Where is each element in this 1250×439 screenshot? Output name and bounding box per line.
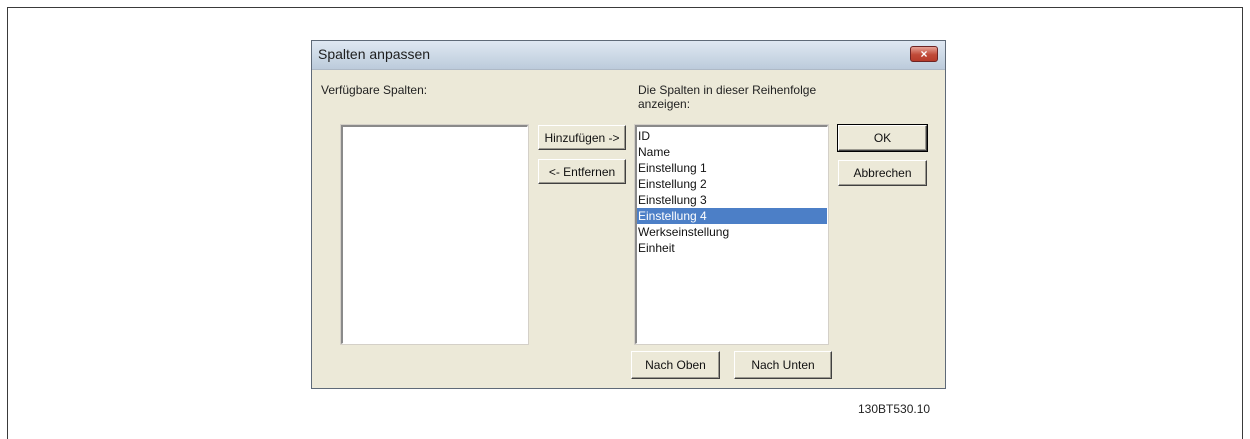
- figure-code: 130BT530.10: [858, 402, 931, 416]
- add-button[interactable]: Hinzufügen ->: [538, 125, 626, 150]
- dialog-window: Spalten anpassen × Verfügbare Spalten: D…: [311, 40, 946, 389]
- ordered-columns-list[interactable]: ID Name Einstellung 1 Einstellung 2 Einstell…: [634, 124, 829, 345]
- list-item[interactable]: Einheit: [637, 240, 827, 256]
- ok-button[interactable]: OK: [837, 124, 928, 152]
- list-item[interactable]: Werkseinstellung: [637, 224, 827, 240]
- dialog-client-area: Verfügbare Spalten: Die Spalten in diese…: [316, 70, 941, 384]
- move-up-button[interactable]: Nach Oben: [631, 351, 720, 379]
- move-down-button[interactable]: Nach Unten: [734, 351, 832, 379]
- list-item[interactable]: ID: [637, 128, 827, 144]
- list-item[interactable]: Einstellung 4: [637, 208, 827, 224]
- list-item[interactable]: Einstellung 2: [637, 176, 827, 192]
- list-item[interactable]: Einstellung 3: [637, 192, 827, 208]
- close-button[interactable]: ×: [910, 46, 938, 62]
- cancel-button[interactable]: Abbrechen: [838, 160, 927, 186]
- close-icon: ×: [920, 47, 928, 61]
- order-label-line1: Die Spalten in dieser Reihenfolge: [638, 83, 817, 97]
- dialog-title: Spalten anpassen: [318, 46, 431, 62]
- available-columns-list[interactable]: [340, 124, 529, 345]
- remove-button[interactable]: <- Entfernen: [538, 159, 626, 184]
- available-columns-label: Verfügbare Spalten:: [321, 83, 428, 97]
- list-item[interactable]: Name: [637, 144, 827, 160]
- order-label-line2: anzeigen:: [638, 97, 691, 111]
- list-item[interactable]: Einstellung 1: [637, 160, 827, 176]
- title-bar[interactable]: Spalten anpassen ×: [312, 41, 945, 70]
